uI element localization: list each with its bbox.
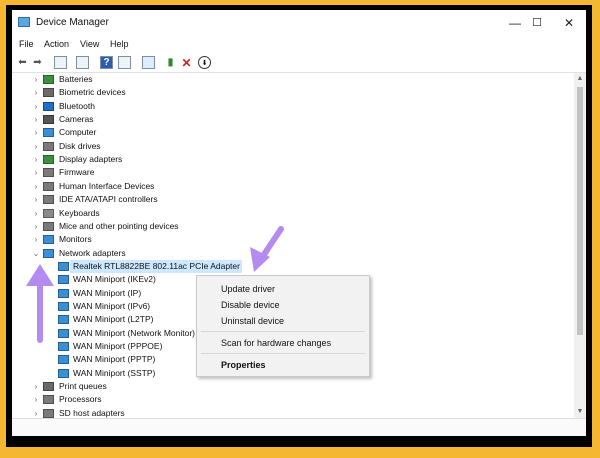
arrow-to-update-driver (250, 226, 284, 272)
arrow-to-network-adapters (26, 264, 54, 343)
annotation-arrows (26, 226, 284, 343)
